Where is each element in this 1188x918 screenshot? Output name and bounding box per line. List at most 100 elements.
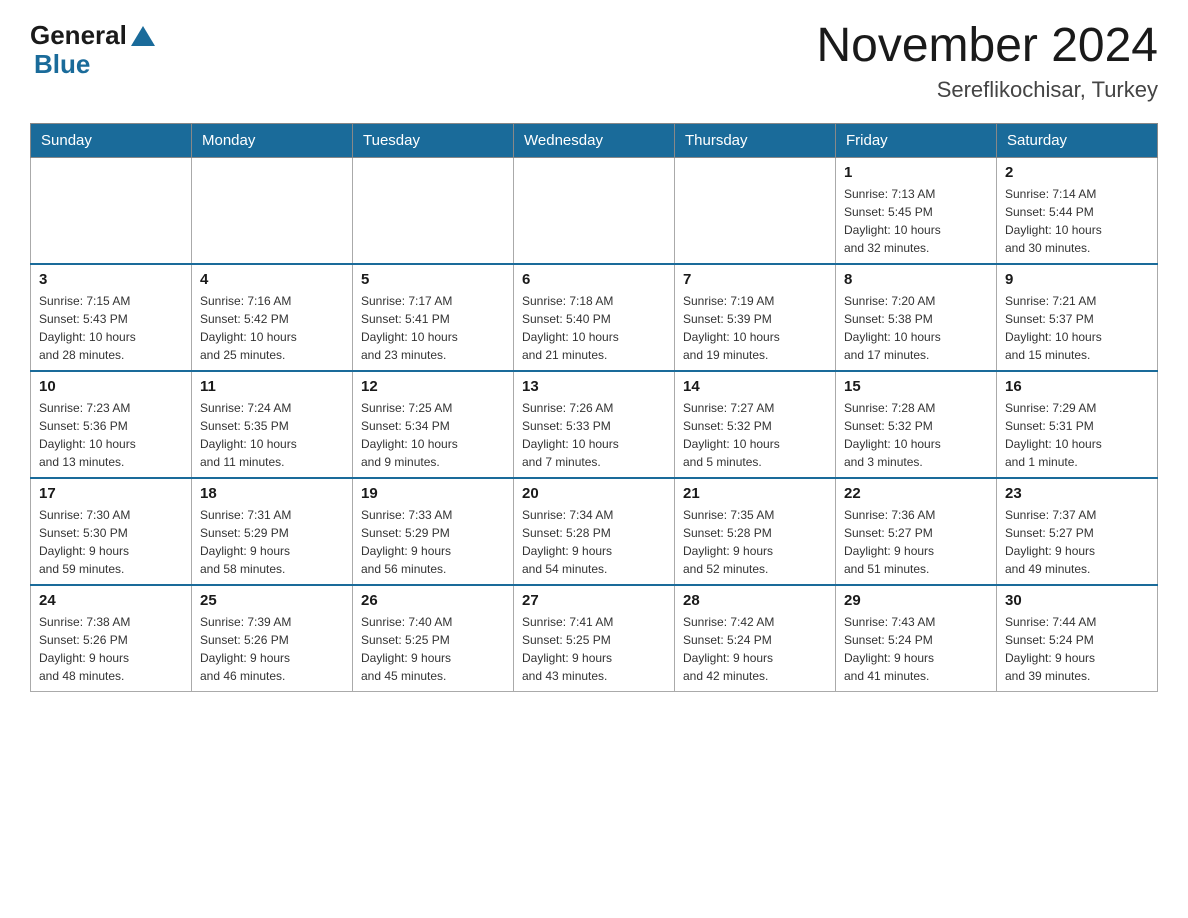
- calendar-day-cell: 25 Sunrise: 7:39 AM Sunset: 5:26 PM Dayli…: [192, 585, 353, 692]
- calendar-week-row: 3 Sunrise: 7:15 AM Sunset: 5:43 PM Daylig…: [31, 264, 1158, 371]
- day-info: Sunrise: 7:38 AM Sunset: 5:26 PM Dayligh…: [39, 613, 183, 685]
- day-header-monday: Monday: [192, 123, 353, 157]
- day-info: Sunrise: 7:18 AM Sunset: 5:40 PM Dayligh…: [522, 292, 666, 364]
- day-info: Sunrise: 7:24 AM Sunset: 5:35 PM Dayligh…: [200, 399, 344, 471]
- day-info: Sunrise: 7:26 AM Sunset: 5:33 PM Dayligh…: [522, 399, 666, 471]
- day-number: 24: [39, 592, 183, 609]
- day-number: 4: [200, 271, 344, 288]
- calendar-day-cell: 21 Sunrise: 7:35 AM Sunset: 5:28 PM Dayli…: [675, 478, 836, 585]
- day-number: 26: [361, 592, 505, 609]
- day-number: 25: [200, 592, 344, 609]
- day-info: Sunrise: 7:23 AM Sunset: 5:36 PM Dayligh…: [39, 399, 183, 471]
- day-info: Sunrise: 7:17 AM Sunset: 5:41 PM Dayligh…: [361, 292, 505, 364]
- day-header-saturday: Saturday: [997, 123, 1158, 157]
- day-info: Sunrise: 7:36 AM Sunset: 5:27 PM Dayligh…: [844, 506, 988, 578]
- calendar-day-cell: 9 Sunrise: 7:21 AM Sunset: 5:37 PM Daylig…: [997, 264, 1158, 371]
- calendar-week-row: 17 Sunrise: 7:30 AM Sunset: 5:30 PM Dayli…: [31, 478, 1158, 585]
- calendar-day-cell: 23 Sunrise: 7:37 AM Sunset: 5:27 PM Dayli…: [997, 478, 1158, 585]
- logo-general-text: General: [30, 20, 127, 51]
- calendar-day-cell: 27 Sunrise: 7:41 AM Sunset: 5:25 PM Dayli…: [514, 585, 675, 692]
- calendar-day-cell: 29 Sunrise: 7:43 AM Sunset: 5:24 PM Dayli…: [836, 585, 997, 692]
- day-number: 20: [522, 485, 666, 502]
- calendar-day-cell: 15 Sunrise: 7:28 AM Sunset: 5:32 PM Dayli…: [836, 371, 997, 478]
- day-number: 3: [39, 271, 183, 288]
- day-number: 29: [844, 592, 988, 609]
- location-title: Sereflikochisar, Turkey: [816, 77, 1158, 103]
- day-info: Sunrise: 7:43 AM Sunset: 5:24 PM Dayligh…: [844, 613, 988, 685]
- day-number: 8: [844, 271, 988, 288]
- calendar-day-cell: 28Sunrise: 7:42 AM Sunset: 5:24 PM Dayli…: [675, 585, 836, 692]
- day-info: Sunrise: 7:21 AM Sunset: 5:37 PM Dayligh…: [1005, 292, 1149, 364]
- day-number: 19: [361, 485, 505, 502]
- day-number: 21: [683, 485, 827, 502]
- calendar-day-cell: 12Sunrise: 7:25 AM Sunset: 5:34 PM Dayli…: [353, 371, 514, 478]
- day-info: Sunrise: 7:15 AM Sunset: 5:43 PM Dayligh…: [39, 292, 183, 364]
- day-number: 9: [1005, 271, 1149, 288]
- calendar-day-cell: 24 Sunrise: 7:38 AM Sunset: 5:26 PM Dayli…: [31, 585, 192, 692]
- day-info: Sunrise: 7:35 AM Sunset: 5:28 PM Dayligh…: [683, 506, 827, 578]
- day-number: 13: [522, 378, 666, 395]
- day-header-wednesday: Wednesday: [514, 123, 675, 157]
- calendar-day-cell: 8 Sunrise: 7:20 AM Sunset: 5:38 PM Daylig…: [836, 264, 997, 371]
- day-number: 27: [522, 592, 666, 609]
- day-number: 10: [39, 378, 183, 395]
- calendar-day-cell: 7 Sunrise: 7:19 AM Sunset: 5:39 PM Daylig…: [675, 264, 836, 371]
- calendar-day-cell: 18 Sunrise: 7:31 AM Sunset: 5:29 PM Dayli…: [192, 478, 353, 585]
- calendar-day-cell: 2 Sunrise: 7:14 AM Sunset: 5:44 PM Daylig…: [997, 157, 1158, 264]
- calendar-day-cell: 16Sunrise: 7:29 AM Sunset: 5:31 PM Dayli…: [997, 371, 1158, 478]
- calendar-day-cell: 26 Sunrise: 7:40 AM Sunset: 5:25 PM Dayli…: [353, 585, 514, 692]
- day-number: 22: [844, 485, 988, 502]
- calendar-day-cell: 4 Sunrise: 7:16 AM Sunset: 5:42 PM Daylig…: [192, 264, 353, 371]
- day-info: Sunrise: 7:34 AM Sunset: 5:28 PM Dayligh…: [522, 506, 666, 578]
- calendar-day-cell: 1 Sunrise: 7:13 AM Sunset: 5:45 PM Daylig…: [836, 157, 997, 264]
- day-number: 7: [683, 271, 827, 288]
- day-number: 17: [39, 485, 183, 502]
- calendar-day-cell: [192, 157, 353, 264]
- calendar-day-cell: 5Sunrise: 7:17 AM Sunset: 5:41 PM Daylig…: [353, 264, 514, 371]
- day-info: Sunrise: 7:41 AM Sunset: 5:25 PM Dayligh…: [522, 613, 666, 685]
- day-info: Sunrise: 7:27 AM Sunset: 5:32 PM Dayligh…: [683, 399, 827, 471]
- logo-triangle-icon: [131, 26, 155, 46]
- calendar-day-cell: 14Sunrise: 7:27 AM Sunset: 5:32 PM Dayli…: [675, 371, 836, 478]
- day-number: 28: [683, 592, 827, 609]
- day-number: 2: [1005, 164, 1149, 181]
- calendar-day-cell: [514, 157, 675, 264]
- day-number: 16: [1005, 378, 1149, 395]
- calendar-day-cell: 17 Sunrise: 7:30 AM Sunset: 5:30 PM Dayli…: [31, 478, 192, 585]
- month-title: November 2024: [816, 20, 1158, 73]
- calendar-day-cell: 19Sunrise: 7:33 AM Sunset: 5:29 PM Dayli…: [353, 478, 514, 585]
- day-info: Sunrise: 7:28 AM Sunset: 5:32 PM Dayligh…: [844, 399, 988, 471]
- day-number: 23: [1005, 485, 1149, 502]
- day-number: 6: [522, 271, 666, 288]
- calendar-header-row: SundayMondayTuesdayWednesdayThursdayFrid…: [31, 123, 1158, 157]
- day-header-friday: Friday: [836, 123, 997, 157]
- day-info: Sunrise: 7:13 AM Sunset: 5:45 PM Dayligh…: [844, 185, 988, 257]
- day-number: 1: [844, 164, 988, 181]
- day-info: Sunrise: 7:37 AM Sunset: 5:27 PM Dayligh…: [1005, 506, 1149, 578]
- day-number: 15: [844, 378, 988, 395]
- day-info: Sunrise: 7:39 AM Sunset: 5:26 PM Dayligh…: [200, 613, 344, 685]
- day-info: Sunrise: 7:30 AM Sunset: 5:30 PM Dayligh…: [39, 506, 183, 578]
- calendar-day-cell: 22 Sunrise: 7:36 AM Sunset: 5:27 PM Dayli…: [836, 478, 997, 585]
- logo: General Blue: [30, 20, 155, 80]
- calendar-day-cell: [675, 157, 836, 264]
- calendar-day-cell: 13 Sunrise: 7:26 AM Sunset: 5:33 PM Dayli…: [514, 371, 675, 478]
- calendar-week-row: 10 Sunrise: 7:23 AM Sunset: 5:36 PM Dayli…: [31, 371, 1158, 478]
- calendar-day-cell: 6 Sunrise: 7:18 AM Sunset: 5:40 PM Daylig…: [514, 264, 675, 371]
- day-number: 18: [200, 485, 344, 502]
- calendar-week-row: 24 Sunrise: 7:38 AM Sunset: 5:26 PM Dayli…: [31, 585, 1158, 692]
- day-header-tuesday: Tuesday: [353, 123, 514, 157]
- calendar-day-cell: 11Sunrise: 7:24 AM Sunset: 5:35 PM Dayli…: [192, 371, 353, 478]
- day-info: Sunrise: 7:19 AM Sunset: 5:39 PM Dayligh…: [683, 292, 827, 364]
- day-number: 30: [1005, 592, 1149, 609]
- day-info: Sunrise: 7:25 AM Sunset: 5:34 PM Dayligh…: [361, 399, 505, 471]
- day-info: Sunrise: 7:14 AM Sunset: 5:44 PM Dayligh…: [1005, 185, 1149, 257]
- day-info: Sunrise: 7:40 AM Sunset: 5:25 PM Dayligh…: [361, 613, 505, 685]
- day-info: Sunrise: 7:20 AM Sunset: 5:38 PM Dayligh…: [844, 292, 988, 364]
- day-info: Sunrise: 7:16 AM Sunset: 5:42 PM Dayligh…: [200, 292, 344, 364]
- calendar-week-row: 1 Sunrise: 7:13 AM Sunset: 5:45 PM Daylig…: [31, 157, 1158, 264]
- logo-blue-text: Blue: [34, 49, 90, 80]
- day-info: Sunrise: 7:31 AM Sunset: 5:29 PM Dayligh…: [200, 506, 344, 578]
- calendar-day-cell: 3 Sunrise: 7:15 AM Sunset: 5:43 PM Daylig…: [31, 264, 192, 371]
- title-area: November 2024 Sereflikochisar, Turkey: [816, 20, 1158, 103]
